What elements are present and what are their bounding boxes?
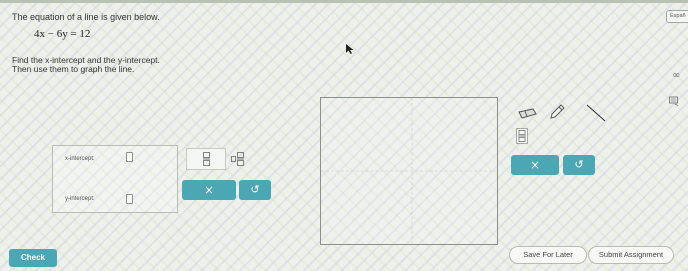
- top-bar: [0, 0, 688, 3]
- eraser-icon[interactable]: [516, 107, 538, 121]
- clear-answer-button[interactable]: ×: [182, 180, 236, 200]
- undo-graph-button[interactable]: ↺: [563, 155, 595, 175]
- y-intercept-label: y-intercept:: [65, 196, 95, 202]
- keyboard-icon[interactable]: [669, 96, 679, 106]
- undo-answer-button[interactable]: ↺: [239, 180, 271, 200]
- question-prompt: The equation of a line is given below.: [12, 12, 160, 22]
- x-intercept-label: x-intercept:: [65, 156, 95, 162]
- clear-graph-button[interactable]: ×: [511, 155, 559, 175]
- submit-assignment-button[interactable]: Submit Assignment: [588, 246, 674, 264]
- line-tool-icon[interactable]: [585, 103, 607, 123]
- save-for-later-button[interactable]: Save For Later: [509, 246, 587, 264]
- x-intercept-input[interactable]: [126, 152, 133, 162]
- mixed-number-icon[interactable]: [231, 152, 244, 166]
- espanol-button[interactable]: Españ: [666, 10, 688, 23]
- fraction-tool-icon[interactable]: [516, 128, 528, 144]
- instruction-line-2: Then use them to graph the line.: [12, 64, 135, 74]
- graph-area[interactable]: [320, 97, 498, 245]
- pencil-icon[interactable]: [548, 103, 566, 121]
- cursor-icon: [346, 44, 354, 54]
- infinity-icon[interactable]: ∞: [672, 70, 680, 81]
- y-intercept-input[interactable]: [126, 194, 133, 204]
- fraction-icon[interactable]: [203, 152, 210, 166]
- equation: 4x − 6y = 12: [34, 28, 91, 40]
- check-button[interactable]: Check: [9, 249, 57, 267]
